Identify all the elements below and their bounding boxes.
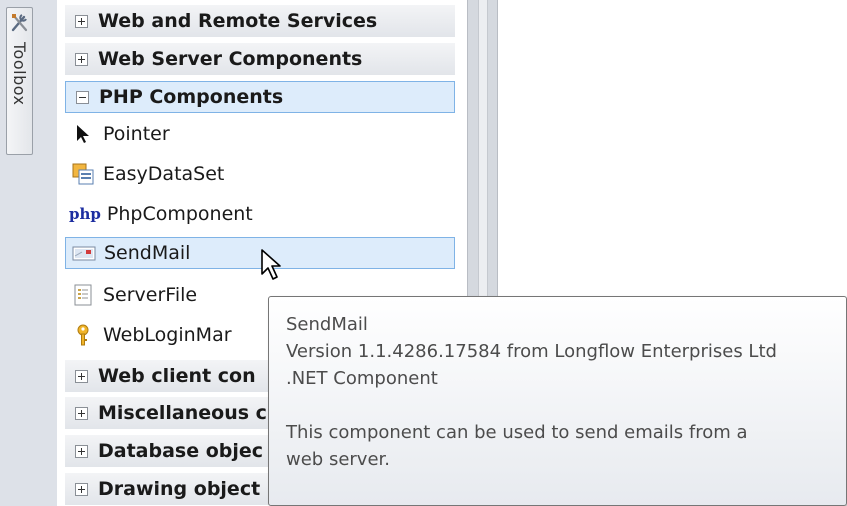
tooltip-type: .NET Component [286, 368, 438, 389]
pointer-arrow-icon [77, 125, 89, 143]
tooltip-description-line-2: web server. [286, 449, 390, 470]
category-label: Web and Remote Services [98, 10, 378, 32]
category-web-server-components[interactable]: Web Server Components [65, 43, 455, 75]
category-label: Web client con [98, 365, 256, 387]
expand-icon[interactable] [75, 444, 88, 458]
category-label: Miscellaneous c [98, 402, 267, 424]
file-icon [74, 284, 92, 306]
toolbox-tools-icon [11, 14, 28, 32]
category-label: Database objec [98, 440, 264, 462]
component-tooltip: SendMail Version 1.1.4286.17584 from Lon… [268, 296, 847, 506]
expand-icon[interactable] [75, 14, 88, 28]
expand-icon[interactable] [75, 369, 88, 383]
category-php-components[interactable]: PHP Components [65, 81, 455, 113]
category-label: PHP Components [99, 86, 284, 108]
item-label: PhpComponent [106, 203, 253, 225]
mail-icon [72, 246, 96, 261]
tooltip-version: Version 1.1.4286.17584 from Longflow Ent… [286, 341, 777, 362]
tooltip-title: SendMail [286, 314, 368, 335]
tooltip-description-line-1: This component can be used to send email… [286, 422, 748, 443]
expand-icon[interactable] [75, 482, 88, 496]
tooltip-spacer [286, 392, 846, 419]
mouse-cursor-icon [261, 249, 281, 280]
php-icon: php [69, 205, 101, 223]
category-web-and-remote-services[interactable]: Web and Remote Services [65, 5, 455, 37]
expand-icon[interactable] [75, 406, 88, 420]
item-label: WebLoginMar [103, 324, 232, 346]
item-label: EasyDataSet [103, 163, 225, 185]
collapse-icon[interactable] [76, 90, 89, 104]
category-label: Drawing object [98, 478, 261, 500]
key-icon [77, 324, 89, 346]
toolbox-tab[interactable]: Toolbox [6, 7, 33, 155]
toolbox-item-phpcomponent[interactable]: php PhpComponent [65, 198, 455, 230]
toolbox-tab-label: Toolbox [10, 42, 29, 106]
dataset-icon [72, 163, 94, 185]
category-label: Web Server Components [98, 48, 363, 70]
toolbox-tab-strip: Toolbox [0, 0, 57, 506]
item-label: SendMail [104, 242, 191, 264]
item-label: Pointer [103, 123, 170, 145]
expand-icon[interactable] [75, 52, 88, 66]
toolbox-item-pointer[interactable]: Pointer [65, 118, 455, 150]
toolbox-item-easydataset[interactable]: EasyDataSet [65, 158, 455, 190]
item-label: ServerFile [103, 284, 198, 306]
